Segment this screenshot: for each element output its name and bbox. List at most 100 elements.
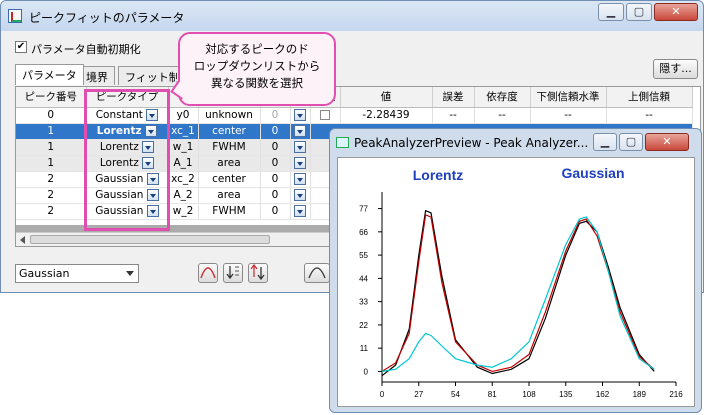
share-dropdown-icon[interactable] <box>294 125 306 137</box>
share-dropdown-cell[interactable] <box>290 203 311 220</box>
preview-title: PeakAnalyzerPreview - Peak Analyzer... <box>354 136 589 150</box>
share-dropdown-icon[interactable] <box>294 109 306 121</box>
peak-type-text: Gaussian <box>95 189 144 201</box>
meaning-cell: FWHM <box>198 139 261 156</box>
callout-line-2: ロップダウンリストから <box>193 59 321 73</box>
col-error[interactable]: 誤差 <box>432 87 475 108</box>
minimize-button[interactable]: ▁ <box>598 3 624 21</box>
hide-button[interactable]: 隠す... <box>653 59 698 79</box>
peak-type-dropdown-icon[interactable] <box>146 205 159 217</box>
chart-axes: 0 27 54 81 108 135 162 189 216 0 11 22 33 44 55 66 77 <box>359 192 683 399</box>
tab-parameters[interactable]: パラメータ <box>15 64 84 85</box>
annotation-callout: 対応するピークのド ロップダウンリストから 異なる関数を選択 <box>178 32 336 106</box>
series-line-1 <box>381 214 655 373</box>
peak-number-cell: 0 <box>16 107 87 124</box>
value-cell[interactable]: -2.28439 <box>340 107 433 124</box>
lower-conf-cell: -- <box>530 107 607 124</box>
chevron-down-icon <box>126 271 134 276</box>
share-dropdown-icon[interactable] <box>294 173 306 185</box>
peak-type-cell[interactable]: Gaussian <box>86 187 169 204</box>
dependency-cell: -- <box>474 107 531 124</box>
y-tick-label: 33 <box>359 298 368 307</box>
meaning-cell: area <box>198 187 261 204</box>
peak-type-text: Lorentz <box>99 157 139 169</box>
param-name-cell: A_1 <box>168 155 199 172</box>
chart-series <box>381 209 655 377</box>
col-peak-type[interactable]: ピークタイプ <box>86 87 169 108</box>
param-name-cell: y0 <box>168 107 199 124</box>
share-dropdown-cell[interactable] <box>290 139 311 156</box>
peak-number-cell: 1 <box>16 155 87 172</box>
auto-init-checkbox[interactable]: ✔ <box>15 41 27 53</box>
sort-updown-icon <box>250 263 265 281</box>
x-tick-label: 108 <box>522 390 536 399</box>
peak-type-dropdown-icon[interactable] <box>145 125 158 137</box>
preview-maximize-button[interactable]: ▢ <box>619 133 643 151</box>
peak-type-cell[interactable]: Lorentz <box>86 155 169 172</box>
col-upper-conf[interactable]: 上側信頼 <box>606 87 693 108</box>
peak-type-cell[interactable]: Lorentz <box>86 139 169 156</box>
col-peak-number[interactable]: ピーク番号 <box>16 87 87 108</box>
peak-type-cell[interactable]: Constant <box>86 107 169 124</box>
share-dropdown-cell[interactable] <box>290 123 311 140</box>
auto-init-label: パラメータ自動初期化 <box>31 43 141 56</box>
share-dropdown-icon[interactable] <box>294 189 306 201</box>
share-cell: 0 <box>260 123 291 140</box>
param-name-cell: xc_2 <box>168 171 199 188</box>
titlebar: ピークフィットのパラメータ ▁ ▢ ✕ <box>1 1 703 31</box>
scroll-thumb[interactable] <box>30 235 270 244</box>
meaning-cell: center <box>198 123 261 140</box>
share-dropdown-cell[interactable] <box>290 107 311 124</box>
x-tick-label: 135 <box>559 390 573 399</box>
peak-type-dropdown-icon[interactable] <box>142 141 155 153</box>
fixed-cell[interactable] <box>310 107 341 124</box>
peak-type-text: Constant <box>95 109 143 121</box>
col-lower-conf[interactable]: 下側信頼水準 <box>530 87 607 108</box>
sort-down-icon <box>226 266 239 280</box>
label-gaussian: Gaussian <box>561 165 624 181</box>
share-dropdown-icon[interactable] <box>294 141 306 153</box>
share-dropdown-cell[interactable] <box>290 187 311 204</box>
table-row[interactable]: 0 Constant y0 unknown 0 -2.28439 -- -- -… <box>16 107 693 124</box>
peak-type-cell[interactable]: Gaussian <box>86 203 169 220</box>
peak-type-dropdown-icon[interactable] <box>146 109 159 121</box>
peak-type-cell[interactable]: Gaussian <box>86 171 169 188</box>
scroll-left-icon[interactable] <box>20 236 25 244</box>
share-cell: 0 <box>260 203 291 220</box>
share-dropdown-cell[interactable] <box>290 155 311 172</box>
y-tick-label: 66 <box>359 228 368 237</box>
peak-type-cell[interactable]: Lorentz <box>86 123 169 140</box>
fixed-checkbox[interactable] <box>320 110 330 120</box>
share-dropdown-icon[interactable] <box>294 205 306 217</box>
param-name-cell: w_2 <box>168 203 199 220</box>
tab-bounds[interactable]: 境界 <box>79 66 115 85</box>
share-dropdown-icon[interactable] <box>294 157 306 169</box>
sort-down-button[interactable] <box>223 263 243 283</box>
peak-icon <box>200 267 216 279</box>
preview-close-button[interactable]: ✕ <box>645 133 689 151</box>
preview-minimize-button[interactable]: ▁ <box>593 133 617 151</box>
peak-type-dropdown-icon[interactable] <box>146 173 159 185</box>
close-button[interactable]: ✕ <box>654 3 698 21</box>
x-tick-label: 54 <box>451 390 460 399</box>
param-name-cell: A_2 <box>168 187 199 204</box>
peak-type-text: Lorentz <box>99 141 139 153</box>
peak-type-text: Lorentz <box>96 125 142 137</box>
x-tick-label: 189 <box>633 390 647 399</box>
peak-shape-button[interactable] <box>198 263 218 283</box>
peak-analyzer-preview-window: PeakAnalyzerPreview - Peak Analyzer... ▁… <box>329 128 702 413</box>
maximize-button[interactable]: ▢ <box>626 3 652 21</box>
share-dropdown-cell[interactable] <box>290 171 311 188</box>
function-select[interactable]: Gaussian <box>15 264 139 283</box>
peak-type-dropdown-icon[interactable] <box>142 157 155 169</box>
share-cell: 0 <box>260 107 291 124</box>
share-cell: 0 <box>260 187 291 204</box>
col-value[interactable]: 値 <box>340 87 433 108</box>
peak-chart: Lorentz Gaussian 0 27 54 81 108 135 162 189 2160… <box>359 165 683 399</box>
fit-curve-button[interactable] <box>304 263 330 283</box>
peak-type-dropdown-icon[interactable] <box>146 189 159 201</box>
col-dependency[interactable]: 依存度 <box>474 87 531 108</box>
callout-line-3: 異なる関数を選択 <box>211 76 303 90</box>
sort-updown-button[interactable] <box>248 263 268 283</box>
function-select-value: Gaussian <box>19 267 70 280</box>
